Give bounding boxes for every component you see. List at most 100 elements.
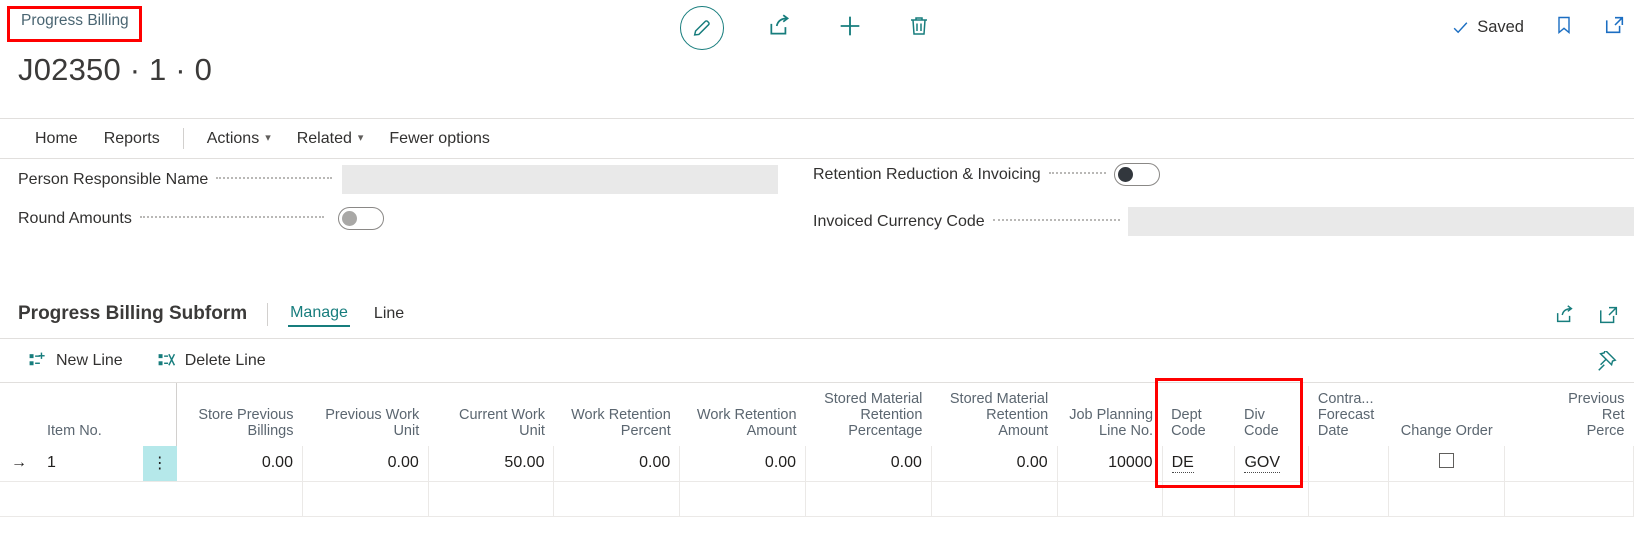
menu-item-fewer-options[interactable]: Fewer options — [376, 126, 503, 152]
cell-div-code[interactable] — [1234, 481, 1310, 517]
share-icon[interactable] — [1554, 304, 1576, 331]
cell-contract-forecast-date[interactable] — [1308, 481, 1390, 517]
row-menu-button[interactable] — [142, 481, 177, 517]
cell-item-no[interactable]: 1 — [37, 446, 143, 482]
cell-item-no[interactable] — [37, 481, 143, 517]
check-icon — [1453, 22, 1468, 34]
col-header-stored-material-retention-percentage[interactable]: Stored Material Retention Percentage — [806, 383, 932, 446]
cell-store-previous-billings[interactable]: 0.00 — [176, 446, 303, 482]
edit-button[interactable] — [680, 6, 724, 50]
row-indicator-header — [0, 383, 38, 446]
cell-work-retention-percent[interactable] — [553, 481, 681, 517]
change-order-checkbox[interactable] — [1439, 453, 1455, 469]
breadcrumb[interactable]: Progress Billing — [21, 12, 129, 30]
cell-previous-ret-percent[interactable] — [1504, 446, 1634, 482]
col-header-div-code[interactable]: Div Code — [1235, 383, 1309, 446]
row-indicator: → — [0, 446, 38, 482]
cell-change-order[interactable] — [1388, 446, 1506, 482]
progress-billing-grid: Item No. Store Previous Billings Previou… — [0, 382, 1634, 517]
open-in-new-window-button[interactable] — [1604, 14, 1626, 41]
saved-status: Saved — [1451, 18, 1524, 37]
cell-current-work-unit[interactable] — [428, 481, 555, 517]
cell-dept-code[interactable]: DE — [1162, 446, 1236, 482]
cell-current-work-unit[interactable]: 50.00 — [428, 446, 555, 482]
dept-code-value: DE — [1171, 454, 1194, 474]
pin-icon[interactable] — [1596, 348, 1618, 378]
new-line-icon — [28, 351, 47, 370]
menu-bar: Home Reports Actions ▾ Related ▾ Fewer o… — [0, 118, 1634, 158]
delete-button[interactable] — [907, 14, 931, 43]
cell-previous-work-unit[interactable]: 0.00 — [302, 446, 429, 482]
row-menu-button[interactable]: ⋮ — [142, 446, 177, 482]
tab-line[interactable]: Line — [372, 303, 406, 326]
top-command-bar: Saved — [0, 0, 1634, 58]
cell-previous-ret-percent[interactable] — [1504, 481, 1634, 517]
chevron-down-icon: ▾ — [357, 132, 364, 144]
bookmark-button[interactable] — [1554, 14, 1574, 41]
new-line-label: New Line — [56, 351, 123, 369]
cell-stored-material-retention-amount[interactable] — [931, 481, 1058, 517]
cell-stored-material-retention-percentage[interactable]: 0.00 — [805, 446, 932, 482]
col-header-dept-code[interactable]: Dept Code — [1162, 383, 1235, 446]
cell-job-planning-line-no[interactable]: 10000 — [1057, 446, 1163, 482]
progress-billing-page: Saved Progress Billing J02350 · 1 · 0 Ho… — [0, 0, 1634, 545]
leader-dots — [139, 215, 324, 218]
col-header-store-previous-billings[interactable]: Store Previous Billings — [176, 383, 303, 446]
menu-item-reports[interactable]: Reports — [91, 126, 173, 152]
cell-change-order[interactable] — [1388, 481, 1506, 517]
menu-item-actions-label: Actions — [206, 129, 260, 147]
cell-stored-material-retention-percentage[interactable] — [805, 481, 932, 517]
col-header-current-work-unit[interactable]: Current Work Unit — [428, 383, 554, 446]
invoiced-currency-code-input[interactable] — [1128, 207, 1634, 236]
delete-line-label: Delete Line — [184, 351, 266, 369]
col-header-stored-material-retention-amount[interactable]: Stored Material Retention Amount — [931, 383, 1057, 446]
menu-item-home[interactable]: Home — [22, 126, 91, 152]
share-button[interactable] — [767, 13, 793, 44]
person-responsible-name-label: Person Responsible Name — [18, 170, 209, 188]
col-header-contract-forecast-date[interactable]: Contra... Forecast Date — [1309, 383, 1389, 446]
subform-header-icons — [1554, 304, 1620, 331]
col-header-work-retention-percent[interactable]: Work Retention Percent — [554, 383, 680, 446]
table-row[interactable]: → 1 ⋮ 0.00 0.00 50.00 0.00 0.00 0.00 0.0… — [0, 446, 1634, 482]
expand-icon[interactable] — [1598, 304, 1620, 331]
table-row-empty[interactable] — [0, 481, 1634, 517]
chevron-down-icon: ▾ — [265, 132, 271, 144]
delete-line-button[interactable]: Delete Line — [157, 351, 266, 370]
cell-div-code[interactable]: GOV — [1234, 446, 1310, 482]
col-header-item-no[interactable]: Item No. — [38, 383, 143, 446]
leader-dots — [1048, 171, 1106, 174]
new-button[interactable] — [836, 12, 864, 45]
field-invoiced-currency-code: Invoiced Currency Code — [813, 207, 1634, 236]
saved-label: Saved — [1477, 18, 1524, 36]
subform-divider — [267, 302, 269, 326]
grid-header-row: Item No. Store Previous Billings Previou… — [0, 383, 1634, 446]
cell-contract-forecast-date[interactable] — [1308, 446, 1390, 482]
col-header-job-planning-line-no[interactable]: Job Planning Line No. — [1057, 383, 1162, 446]
cell-work-retention-amount[interactable]: 0.00 — [679, 446, 807, 482]
line-toolbar: New Line Delete Line — [0, 338, 1634, 382]
cell-previous-work-unit[interactable] — [302, 481, 429, 517]
cell-job-planning-line-no[interactable] — [1057, 481, 1163, 517]
menu-item-related[interactable]: Related ▾ — [284, 126, 377, 152]
round-amounts-toggle[interactable] — [338, 207, 384, 230]
tab-manage[interactable]: Manage — [288, 302, 350, 327]
col-header-previous-ret-percent[interactable]: Previous Ret Perce — [1505, 383, 1634, 446]
cell-store-previous-billings[interactable] — [176, 481, 303, 517]
top-action-icons — [680, 6, 931, 50]
col-header-change-order[interactable]: Change Order — [1389, 383, 1505, 446]
person-responsible-name-input[interactable] — [342, 165, 778, 194]
subform-title: Progress Billing Subform — [18, 303, 248, 324]
col-header-work-retention-amount[interactable]: Work Retention Amount — [680, 383, 806, 446]
grid-table: Item No. Store Previous Billings Previou… — [0, 383, 1634, 517]
cell-work-retention-amount[interactable] — [679, 481, 807, 517]
cell-work-retention-percent[interactable]: 0.00 — [553, 446, 681, 482]
trash-icon — [907, 14, 931, 43]
cell-dept-code[interactable] — [1162, 481, 1236, 517]
cell-stored-material-retention-amount[interactable]: 0.00 — [931, 446, 1058, 482]
new-line-button[interactable]: New Line — [28, 351, 123, 370]
retention-reduction-invoicing-toggle[interactable] — [1114, 163, 1160, 186]
plus-icon — [836, 12, 864, 45]
col-header-previous-work-unit[interactable]: Previous Work Unit — [302, 383, 428, 446]
field-retention-reduction-invoicing: Retention Reduction & Invoicing — [813, 163, 1160, 186]
menu-item-actions[interactable]: Actions ▾ — [194, 126, 284, 152]
